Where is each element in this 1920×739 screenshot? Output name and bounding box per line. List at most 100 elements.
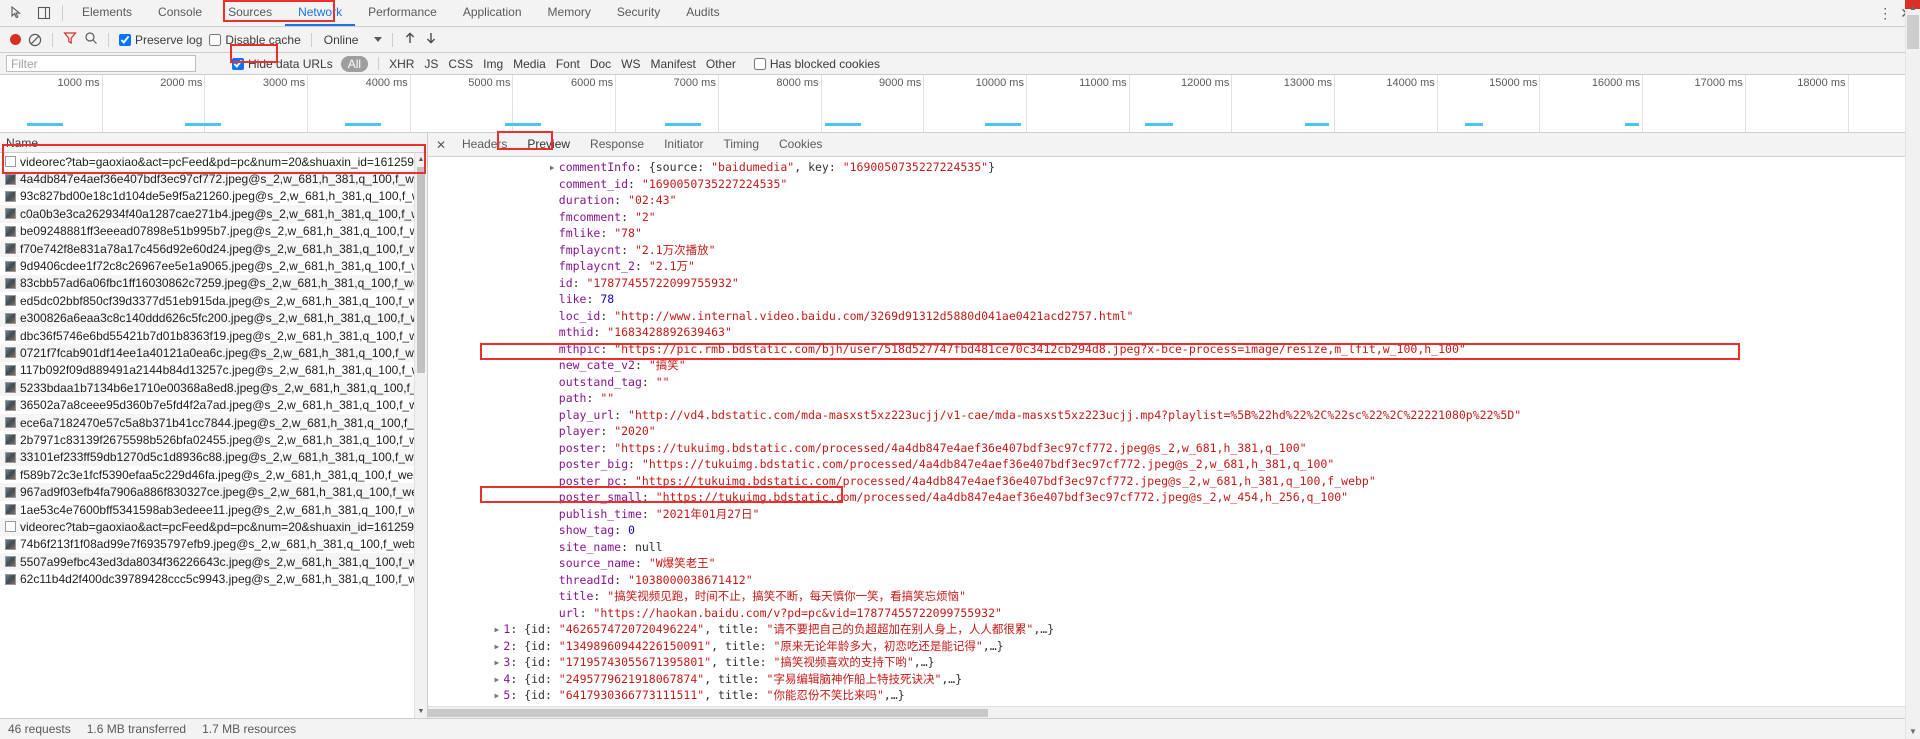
expand-triangle-icon[interactable]: ▸ — [493, 687, 503, 704]
preserve-log-checkbox[interactable]: Preserve log — [119, 33, 202, 47]
table-row[interactable]: ece6a7182470e57c5a8b371b41cc7844.jpeg@s_… — [0, 414, 427, 431]
json-line[interactable]: duration: "02:43" — [428, 192, 1920, 209]
page-scroll-up-icon[interactable]: ▲ — [1906, 0, 1920, 15]
expand-triangle-icon[interactable]: ▸ — [549, 159, 559, 176]
json-line[interactable]: play_url: "http://vd4.bdstatic.com/mda-m… — [428, 407, 1920, 424]
table-row[interactable]: 93c827bd00e18c1d104de5e9f5a21260.jpeg@s_… — [0, 188, 427, 205]
json-line[interactable]: ▸commentInfo: {source: "baidumedia", key… — [428, 159, 1920, 176]
toggle-device-toolbar-icon[interactable] — [35, 5, 52, 22]
requests-column-header[interactable]: Name — [0, 133, 427, 153]
has-blocked-cookies-checkbox[interactable]: Has blocked cookies — [754, 57, 880, 71]
tab-performance[interactable]: Performance — [355, 0, 450, 26]
table-row[interactable]: 62c11b4d2f400dc39789428ccc5c9943.jpeg@s_… — [0, 570, 427, 587]
requests-rows[interactable]: videorec?tab=gaoxiao&act=pcFeed&pd=pc&nu… — [0, 153, 427, 718]
tab-application[interactable]: Application — [450, 0, 535, 26]
json-line[interactable]: poster_big: "https://tukuimg.bdstatic.co… — [428, 456, 1920, 473]
filter-type-js[interactable]: JS — [424, 57, 438, 71]
json-line[interactable]: fmlike: "78" — [428, 225, 1920, 242]
table-row[interactable]: f589b72c3e1fcf5390efaa5c229d46fa.jpeg@s_… — [0, 466, 427, 483]
filter-type-img[interactable]: Img — [483, 57, 503, 71]
preserve-log-input[interactable] — [119, 34, 131, 46]
table-row[interactable]: 36502a7a8ceee95d360b7e5fd4f2a7ad.jpeg@s_… — [0, 396, 427, 413]
json-line[interactable]: ▸1: {id: "4626574720720496224", title: "… — [428, 621, 1920, 638]
json-line[interactable]: like: 78 — [428, 291, 1920, 308]
json-line[interactable]: new_cate_v2: "搞笑" — [428, 357, 1920, 374]
detail-tab-headers[interactable]: Headers — [452, 133, 517, 156]
json-line[interactable]: ▸2: {id: "13498960944226150091", title: … — [428, 638, 1920, 655]
table-row[interactable]: ed5dc02bbf850cf39d3377d51eb915da.jpeg@s_… — [0, 292, 427, 309]
json-line[interactable]: ▸5: {id: "6417930366773111511", title: "… — [428, 687, 1920, 704]
json-line[interactable]: url: "https://haokan.baidu.com/v?pd=pc&v… — [428, 605, 1920, 622]
scroll-down-icon[interactable]: ▼ — [415, 705, 427, 718]
detail-tab-timing[interactable]: Timing — [713, 133, 769, 156]
tab-network[interactable]: Network — [285, 0, 355, 26]
search-icon[interactable] — [84, 31, 98, 48]
table-row[interactable]: 33101ef233ff59db1270d5c1d8936c88.jpeg@s_… — [0, 449, 427, 466]
json-line[interactable]: player: "2020" — [428, 423, 1920, 440]
json-line[interactable]: title: "搞笑视频见跑，时间不止，搞笑不断，每天慎你一笑，看搞笑忘烦恼" — [428, 588, 1920, 605]
table-row[interactable]: 117b092f09d889491a2144b84d13257c.jpeg@s_… — [0, 362, 427, 379]
import-har-icon[interactable] — [403, 31, 417, 48]
preview-json-tree[interactable]: ▸commentInfo: {source: "baidumedia", key… — [428, 157, 1920, 706]
throttling-select[interactable]: Online — [322, 33, 383, 47]
table-row[interactable]: 4a4db847e4aef36e407bdf3ec97cf772.jpeg@s_… — [0, 170, 427, 187]
table-row[interactable]: videorec?tab=gaoxiao&act=pcFeed&pd=pc&nu… — [0, 518, 427, 535]
expand-triangle-icon[interactable]: ▸ — [493, 638, 503, 655]
json-line[interactable]: poster_small: "https://tukuimg.bdstatic.… — [428, 489, 1920, 506]
expand-triangle-icon[interactable]: ▸ — [493, 621, 503, 638]
filter-type-xhr[interactable]: XHR — [389, 57, 414, 71]
filter-type-other[interactable]: Other — [706, 57, 736, 71]
filter-icon[interactable] — [63, 31, 77, 48]
json-line[interactable]: fmplaycnt_2: "2.1万" — [428, 258, 1920, 275]
filter-type-media[interactable]: Media — [513, 57, 546, 71]
tab-memory[interactable]: Memory — [535, 0, 604, 26]
inspect-element-icon[interactable] — [8, 5, 25, 22]
scrollbar-thumb[interactable] — [417, 167, 425, 373]
json-line[interactable]: mthid: "1683428892639463" — [428, 324, 1920, 341]
detail-tab-preview[interactable]: Preview — [517, 133, 580, 156]
detail-tab-cookies[interactable]: Cookies — [769, 133, 832, 156]
filter-input[interactable] — [6, 55, 196, 72]
json-line[interactable]: threadId: "1038000038671412" — [428, 572, 1920, 589]
table-row[interactable]: 83cbb57ad6a06fbc1ff16030862c7259.jpeg@s_… — [0, 275, 427, 292]
table-row[interactable]: 2b7971c83139f2675598b526bfa02455.jpeg@s_… — [0, 431, 427, 448]
json-line[interactable]: show_tag: 0 — [428, 522, 1920, 539]
json-line[interactable]: publish_time: "2021年01月27日" — [428, 506, 1920, 523]
json-line[interactable]: fmplaycnt: "2.1万次播放" — [428, 242, 1920, 259]
tab-sources[interactable]: Sources — [215, 0, 285, 26]
json-line[interactable]: id: "17877455722099755932" — [428, 275, 1920, 292]
json-line[interactable]: ▸3: {id: "17195743055671395801", title: … — [428, 654, 1920, 671]
json-line[interactable]: mthpic: "https://pic.rmb.bdstatic.com/bj… — [428, 341, 1920, 358]
requests-scrollbar[interactable]: ▲ ▼ — [414, 153, 427, 718]
table-row[interactable]: be09248881ff3eeead07898e51b995b7.jpeg@s_… — [0, 223, 427, 240]
table-row[interactable]: 9d9406cdee1f72c8c26967ee5e1a9065.jpeg@s_… — [0, 257, 427, 274]
filter-type-ws[interactable]: WS — [621, 57, 640, 71]
expand-triangle-icon[interactable]: ▸ — [493, 654, 503, 671]
page-scroll-down-icon[interactable]: ▼ — [1906, 724, 1920, 739]
disable-cache-input[interactable] — [209, 34, 221, 46]
json-line[interactable]: source_name: "W爆笑老王" — [428, 555, 1920, 572]
table-row[interactable]: 0721f7fcab901df14ee1a40121a0ea6c.jpeg@s_… — [0, 344, 427, 361]
table-row[interactable]: 5233bdaa1b7134b6e1710e00368a8ed8.jpeg@s_… — [0, 379, 427, 396]
json-line[interactable]: fmcomment: "2" — [428, 209, 1920, 226]
scroll-up-icon[interactable]: ▲ — [415, 153, 427, 166]
json-line[interactable]: poster: "https://tukuimg.bdstatic.com/pr… — [428, 440, 1920, 457]
json-line[interactable]: outstand_tag: "" — [428, 374, 1920, 391]
close-detail-icon[interactable]: ✕ — [430, 133, 452, 156]
filter-type-css[interactable]: CSS — [448, 57, 473, 71]
preview-horizontal-scrollbar[interactable] — [428, 706, 1920, 718]
filter-type-all[interactable]: All — [341, 56, 368, 72]
table-row[interactable]: f70e742f8e831a78a17c456d92e60d24.jpeg@s_… — [0, 240, 427, 257]
json-line[interactable]: comment_id: "1690050735227224535" — [428, 176, 1920, 193]
expand-triangle-icon[interactable]: ▸ — [493, 671, 503, 688]
has-blocked-cookies-input[interactable] — [754, 58, 766, 70]
page-scrollbar-thumb[interactable] — [1907, 15, 1919, 49]
tab-audits[interactable]: Audits — [673, 0, 732, 26]
filter-type-doc[interactable]: Doc — [590, 57, 611, 71]
hide-data-urls-input[interactable] — [232, 58, 244, 70]
record-button[interactable] — [10, 34, 21, 45]
export-har-icon[interactable] — [424, 31, 438, 48]
json-line[interactable]: path: "" — [428, 390, 1920, 407]
json-line[interactable]: site_name: null — [428, 539, 1920, 556]
filter-type-font[interactable]: Font — [556, 57, 580, 71]
